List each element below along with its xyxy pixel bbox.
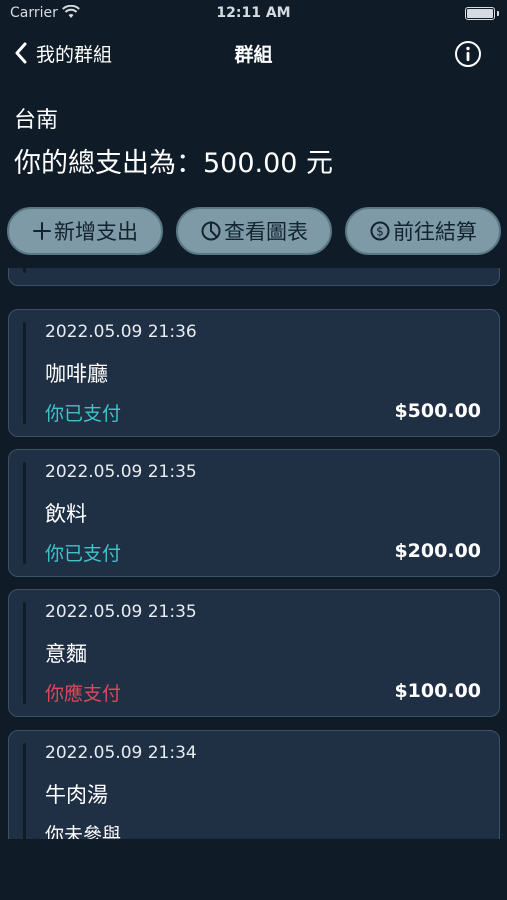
battery-tip — [497, 11, 499, 16]
expense-amount: $100.00 — [394, 680, 481, 702]
group-name: 台南 — [14, 108, 59, 133]
add-expense-button[interactable]: 新增支出 — [7, 207, 163, 255]
expense-card[interactable]: 2022.05.09 21:35 飲料 你已支付 $200.00 — [8, 449, 500, 577]
bottom-safe-area — [0, 839, 507, 900]
add-expense-label: 新增支出 — [54, 220, 138, 244]
settle-label: 前往結算 — [393, 220, 477, 244]
card-accent-bar — [23, 743, 26, 839]
expense-name: 意麵 — [45, 642, 87, 666]
expense-timestamp: 2022.05.09 21:35 — [45, 602, 197, 622]
action-buttons: 新增支出 查看圖表 $ 前往結算 — [7, 207, 501, 257]
expense-amount: $500.00 — [394, 400, 481, 422]
settle-button[interactable]: $ 前往結算 — [345, 207, 501, 255]
card-accent-bar — [23, 268, 26, 273]
total-expense: 你的總支出為：500.00 元 — [14, 148, 334, 179]
battery-icon — [465, 7, 495, 20]
view-chart-label: 查看圖表 — [224, 220, 308, 244]
expense-name: 飲料 — [45, 502, 87, 526]
expense-timestamp: 2022.05.09 21:36 — [45, 322, 197, 342]
expense-name: 牛肉湯 — [45, 783, 108, 807]
dollar-circle-icon: $ — [370, 221, 390, 241]
card-accent-bar — [23, 602, 26, 704]
expense-list[interactable]: 2022.05.09 21:36 咖啡廳 你已支付 $500.00 2022.0… — [0, 268, 507, 839]
card-accent-bar — [23, 462, 26, 564]
page-title: 群組 — [234, 44, 273, 66]
view-chart-button[interactable]: 查看圖表 — [176, 207, 332, 255]
expense-status: 你已支付 — [45, 543, 122, 565]
expense-timestamp: 2022.05.09 21:34 — [45, 743, 197, 763]
expense-card[interactable]: 2022.05.09 21:36 咖啡廳 你已支付 $500.00 — [8, 309, 500, 437]
expense-amount: $200.00 — [394, 540, 481, 562]
pie-chart-icon — [201, 221, 221, 241]
expense-name: 咖啡廳 — [45, 362, 108, 386]
plus-icon — [33, 222, 51, 240]
status-bar: Carrier 12:11 AM — [0, 0, 507, 28]
navigation-bar: 我的群組 群組 — [0, 28, 507, 78]
svg-text:$: $ — [376, 225, 384, 239]
info-button[interactable] — [454, 40, 482, 68]
expense-status: 你未參與 — [45, 824, 122, 839]
expense-card[interactable]: 2022.05.09 21:35 意麵 你應支付 $100.00 — [8, 589, 500, 717]
expense-status: 你應支付 — [45, 683, 122, 705]
info-icon — [455, 41, 481, 67]
card-accent-bar — [23, 322, 26, 424]
status-time: 12:11 AM — [216, 5, 291, 21]
expense-status: 你已支付 — [45, 403, 122, 425]
expense-card-partial[interactable] — [8, 268, 500, 286]
expense-card[interactable]: 2022.05.09 21:34 牛肉湯 你未參與 — [8, 730, 500, 839]
expense-timestamp: 2022.05.09 21:35 — [45, 462, 197, 482]
